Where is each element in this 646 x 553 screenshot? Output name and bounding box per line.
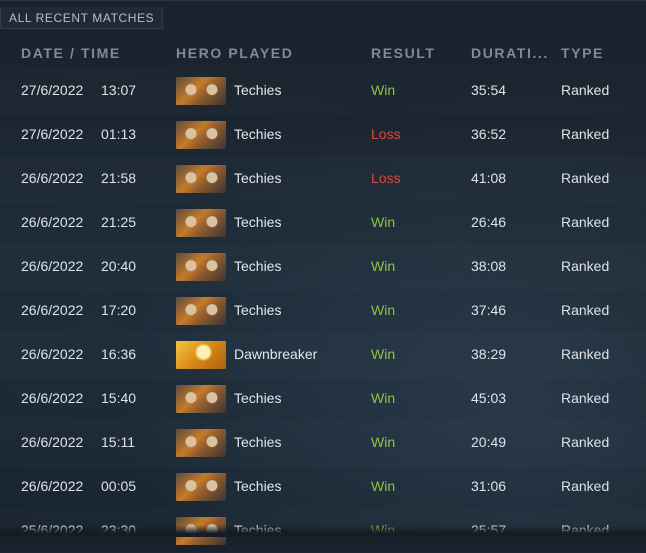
- match-time: 21:25: [101, 214, 137, 230]
- dawnbreaker-portrait-icon: [176, 341, 226, 369]
- match-type: Ranked: [561, 478, 610, 494]
- match-date: 26/6/2022: [21, 390, 84, 406]
- match-list: 27/6/2022 13:07 Techies Win 35:54 Ranked…: [0, 69, 646, 553]
- column-header-result[interactable]: RESULT: [371, 45, 436, 61]
- match-duration: 37:46: [471, 302, 507, 318]
- match-date: 26/6/2022: [21, 258, 84, 274]
- match-type: Ranked: [561, 214, 610, 230]
- match-time: 17:20: [101, 302, 137, 318]
- match-time: 01:13: [101, 126, 137, 142]
- techies-portrait-icon: [176, 165, 226, 193]
- match-duration: 36:52: [471, 126, 507, 142]
- match-time: 21:58: [101, 170, 137, 186]
- match-date: 26/6/2022: [21, 478, 84, 494]
- match-result: Win: [371, 214, 396, 230]
- match-row[interactable]: 26/6/2022 17:20 Techies Win 37:46 Ranked: [0, 289, 646, 333]
- match-type: Ranked: [561, 126, 610, 142]
- match-row[interactable]: 26/6/2022 15:40 Techies Win 45:03 Ranked: [0, 377, 646, 421]
- techies-portrait-icon: [176, 429, 226, 457]
- match-result: Win: [371, 434, 396, 450]
- hero-name: Dawnbreaker: [234, 346, 318, 362]
- match-type: Ranked: [561, 258, 610, 274]
- match-date: 26/6/2022: [21, 214, 84, 230]
- match-time: 00:05: [101, 478, 137, 494]
- match-row[interactable]: 26/6/2022 16:36 Dawnbreaker Win 38:29 Ra…: [0, 333, 646, 377]
- match-result: Win: [371, 258, 396, 274]
- hero-name: Techies: [234, 170, 282, 186]
- hero-name: Techies: [234, 434, 282, 450]
- match-date: 26/6/2022: [21, 302, 84, 318]
- match-date: 27/6/2022: [21, 126, 84, 142]
- match-result: Win: [371, 82, 396, 98]
- column-header-hero[interactable]: HERO PLAYED: [176, 45, 293, 61]
- match-type: Ranked: [561, 434, 610, 450]
- table-header: DATE / TIME HERO PLAYED RESULT DURATI...…: [0, 39, 646, 67]
- match-result: Win: [371, 346, 396, 362]
- techies-portrait-icon: [176, 121, 226, 149]
- match-type: Ranked: [561, 170, 610, 186]
- techies-portrait-icon: [176, 297, 226, 325]
- match-type: Ranked: [561, 390, 610, 406]
- hero-name: Techies: [234, 390, 282, 406]
- match-duration: 26:46: [471, 214, 507, 230]
- match-time: 15:40: [101, 390, 137, 406]
- hero-name: Techies: [234, 82, 282, 98]
- match-result: Win: [371, 302, 396, 318]
- hero-name: Techies: [234, 126, 282, 142]
- bottom-fade: [0, 525, 646, 537]
- match-result: Loss: [371, 126, 401, 142]
- match-row[interactable]: 26/6/2022 21:25 Techies Win 26:46 Ranked: [0, 201, 646, 245]
- match-duration: 35:54: [471, 82, 507, 98]
- match-time: 13:07: [101, 82, 137, 98]
- match-row[interactable]: 27/6/2022 13:07 Techies Win 35:54 Ranked: [0, 69, 646, 113]
- match-type: Ranked: [561, 346, 610, 362]
- match-row[interactable]: 26/6/2022 00:05 Techies Win 31:06 Ranked: [0, 465, 646, 509]
- recent-matches-panel: ALL RECENT MATCHES DATE / TIME HERO PLAY…: [0, 0, 646, 545]
- match-duration: 41:08: [471, 170, 507, 186]
- match-date: 26/6/2022: [21, 170, 84, 186]
- match-result: Win: [371, 390, 396, 406]
- match-result: Win: [371, 478, 396, 494]
- techies-portrait-icon: [176, 209, 226, 237]
- techies-portrait-icon: [176, 253, 226, 281]
- tab-all-recent-matches[interactable]: ALL RECENT MATCHES: [0, 7, 164, 29]
- match-result: Loss: [371, 170, 401, 186]
- hero-name: Techies: [234, 214, 282, 230]
- match-row[interactable]: 27/6/2022 01:13 Techies Loss 36:52 Ranke…: [0, 113, 646, 157]
- hero-name: Techies: [234, 258, 282, 274]
- column-header-type[interactable]: TYPE: [561, 45, 604, 61]
- match-duration: 38:29: [471, 346, 507, 362]
- match-duration: 31:06: [471, 478, 507, 494]
- match-row[interactable]: 26/6/2022 15:11 Techies Win 20:49 Ranked: [0, 421, 646, 465]
- hero-name: Techies: [234, 478, 282, 494]
- match-time: 16:36: [101, 346, 137, 362]
- match-duration: 20:49: [471, 434, 507, 450]
- match-row[interactable]: 26/6/2022 20:40 Techies Win 38:08 Ranked: [0, 245, 646, 289]
- techies-portrait-icon: [176, 77, 226, 105]
- match-date: 27/6/2022: [21, 82, 84, 98]
- match-time: 20:40: [101, 258, 137, 274]
- match-date: 26/6/2022: [21, 434, 84, 450]
- techies-portrait-icon: [176, 473, 226, 501]
- column-header-duration[interactable]: DURATI...: [471, 45, 549, 61]
- hero-name: Techies: [234, 302, 282, 318]
- match-type: Ranked: [561, 82, 610, 98]
- match-row[interactable]: 26/6/2022 21:58 Techies Loss 41:08 Ranke…: [0, 157, 646, 201]
- match-duration: 38:08: [471, 258, 507, 274]
- match-date: 26/6/2022: [21, 346, 84, 362]
- match-time: 15:11: [101, 434, 135, 450]
- column-header-date-time[interactable]: DATE / TIME: [21, 45, 121, 61]
- match-type: Ranked: [561, 302, 610, 318]
- techies-portrait-icon: [176, 385, 226, 413]
- match-duration: 45:03: [471, 390, 507, 406]
